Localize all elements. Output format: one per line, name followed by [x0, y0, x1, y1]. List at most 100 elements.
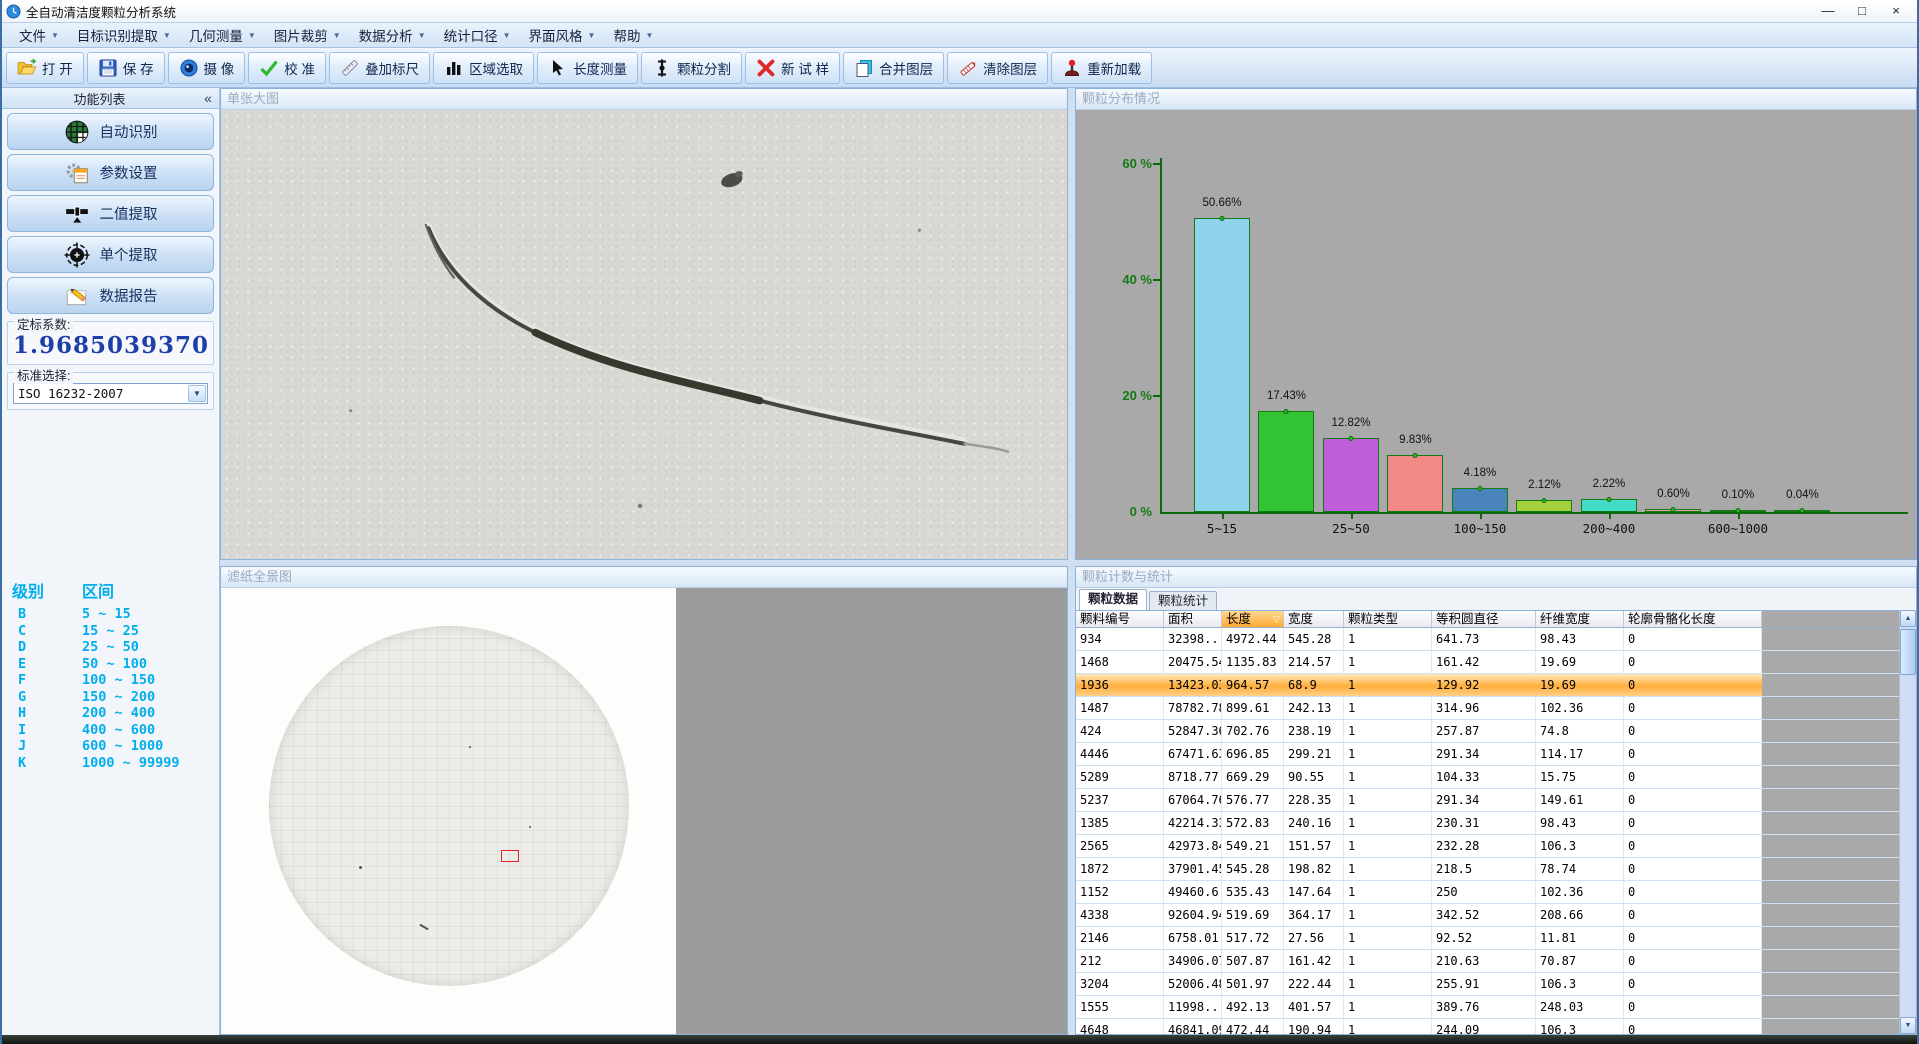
cell-轮廓骨骼化长度: 0	[1624, 674, 1762, 696]
table-row[interactable]: 464846841.09472.44190.941244.09106.30	[1076, 1019, 1916, 1034]
toolbar-button-region-select[interactable]: 区域选取	[433, 52, 534, 84]
cell-长度: 576.77	[1222, 789, 1284, 811]
filter-paper-view[interactable]	[221, 588, 1067, 1034]
cell-轮廓骨骼化长度: 0	[1624, 766, 1762, 788]
table-row[interactable]: 433892604.94519.69364.171342.52208.660	[1076, 904, 1916, 927]
column-header-颗粒类型[interactable]: 颗粒类型	[1344, 611, 1432, 627]
table-row[interactable]: 21234906.07507.87161.421210.6370.870	[1076, 950, 1916, 973]
toolbar-button-open-folder[interactable]: 打 开	[6, 52, 84, 84]
chevron-down-icon[interactable]: ▼	[188, 385, 206, 402]
standard-select[interactable]: ISO 16232-2007 ▼	[13, 383, 208, 404]
cell-filler	[1762, 858, 1916, 880]
length-measure-icon	[548, 58, 568, 78]
table-row[interactable]: 256542973.84549.21151.571232.28106.30	[1076, 835, 1916, 858]
column-header-label: 颗料编号	[1080, 612, 1130, 626]
table-row[interactable]: 138542214.33572.83240.161230.3198.430	[1076, 812, 1916, 835]
x-tick-mark	[1351, 514, 1353, 519]
cell-filler	[1762, 1019, 1916, 1034]
column-header-颗料编号[interactable]: 颗料编号	[1076, 611, 1164, 627]
cell-面积: 6758.01	[1164, 927, 1222, 949]
vertical-splitter[interactable]	[1068, 88, 1075, 1035]
scroll-down-icon[interactable]: ▼	[1900, 1017, 1916, 1034]
cell-宽度: 242.13	[1284, 697, 1344, 719]
level-range: 600 ~ 1000	[82, 738, 163, 755]
toolbar-button-particle-split[interactable]: 颗粒分割	[641, 52, 742, 84]
window-title: 全自动清洁度颗粒分析系统	[26, 2, 1811, 21]
cell-面积: 67471.63	[1164, 743, 1222, 765]
table-row[interactable]: 115249460.6535.43147.641250102.360	[1076, 881, 1916, 904]
cell-长度: 519.69	[1222, 904, 1284, 926]
table-row[interactable]: 187237901.45545.28198.821218.578.740	[1076, 858, 1916, 881]
table-row[interactable]: 146820475.541135.83214.571161.4219.690	[1076, 651, 1916, 674]
toolbar-button-save[interactable]: 保 存	[87, 52, 165, 84]
menu-item-2[interactable]: 目标识别提取▼	[68, 22, 180, 48]
sidebar-button-parameter-settings[interactable]: 参数设置	[7, 154, 214, 191]
column-header-宽度[interactable]: 宽度	[1284, 611, 1344, 627]
cell-filler	[1762, 973, 1916, 995]
menu-item-6[interactable]: 统计口径▼	[435, 22, 520, 48]
chart-bar-150~200	[1516, 500, 1572, 512]
scroll-up-icon[interactable]: ▲	[1900, 610, 1916, 627]
menu-item-3[interactable]: 几何测量▼	[180, 22, 265, 48]
column-header-轮廓骨骼化长度[interactable]: 轮廓骨骼化长度	[1624, 611, 1762, 627]
particle-split-icon	[652, 58, 672, 78]
cell-面积: 8718.77	[1164, 766, 1222, 788]
minimize-button[interactable]: —	[1811, 2, 1845, 20]
menu-item-5[interactable]: 数据分析▼	[350, 22, 435, 48]
column-header-长度[interactable]: 长度▽	[1222, 611, 1284, 627]
sidebar-button-data-report[interactable]: 数据报告	[7, 277, 214, 314]
toolbar-button-camera[interactable]: 摄 像	[168, 52, 246, 84]
y-tick-mark	[1153, 163, 1160, 165]
table-row[interactable]: 42452847.36702.76238.191257.8774.80	[1076, 720, 1916, 743]
level-row: I400 ~ 600	[12, 722, 219, 739]
menu-item-8[interactable]: 帮助▼	[604, 22, 662, 48]
cell-长度: 1135.83	[1222, 651, 1284, 673]
tab-颗粒数据[interactable]: 颗粒数据	[1079, 589, 1147, 610]
table-row[interactable]: 93432398...4972.44545.281641.7398.430	[1076, 628, 1916, 651]
sidebar-collapse-button[interactable]: «	[197, 90, 219, 106]
menu-item-1[interactable]: 文件▼	[10, 22, 68, 48]
single-image-view[interactable]	[221, 110, 1067, 559]
toolbar-button-calibrate-check[interactable]: 校 准	[248, 52, 326, 84]
cell-等积圆直径: 314.96	[1432, 697, 1536, 719]
toolbar: 打 开保 存摄 像校 准叠加标尺区域选取长度测量颗粒分割新 试 样合并图层清除图…	[2, 48, 1917, 88]
table-row[interactable]: 21466758.01517.7227.56192.5211.810	[1076, 927, 1916, 950]
cell-纤维宽度: 15.75	[1536, 766, 1624, 788]
toolbar-button-ruler-overlay[interactable]: 叠加标尺	[329, 52, 430, 84]
column-header-面积[interactable]: 面积	[1164, 611, 1222, 627]
toolbar-button-new-sample[interactable]: 新 试 样	[745, 52, 840, 84]
sidebar-button-auto-recognize[interactable]: 自动识别	[7, 113, 214, 150]
table-row[interactable]: 444667471.63696.85299.211291.34114.170	[1076, 743, 1916, 766]
cell-面积: 78782.78	[1164, 697, 1222, 719]
cell-颗料编号: 1872	[1076, 858, 1164, 880]
column-header-纤维宽度[interactable]: 纤维宽度	[1536, 611, 1624, 627]
table-row[interactable]: 193613423.03964.5768.91129.9219.690	[1076, 674, 1916, 697]
toolbar-button-length-measure[interactable]: 长度测量	[537, 52, 638, 84]
table-row[interactable]: 52898718.77669.2990.551104.3315.750	[1076, 766, 1916, 789]
cell-filler	[1762, 674, 1916, 696]
table-row[interactable]: 155511998...492.13401.571389.76248.030	[1076, 996, 1916, 1019]
menu-item-7[interactable]: 界面风格▼	[520, 22, 605, 48]
table-scrollbar[interactable]: ▲ ▼	[1899, 610, 1916, 1034]
toolbar-button-clear-layers[interactable]: 清除图层	[947, 52, 1048, 84]
tab-颗粒统计[interactable]: 颗粒统计	[1149, 591, 1217, 610]
toolbar-button-reload[interactable]: 重新加载	[1051, 52, 1152, 84]
menu-item-label: 统计口径	[444, 25, 498, 45]
menu-item-4[interactable]: 图片裁剪▼	[265, 22, 350, 48]
camera-icon	[179, 58, 199, 78]
close-button[interactable]: ×	[1879, 2, 1913, 20]
table-row[interactable]: 523767064.76576.77228.351291.34149.610	[1076, 789, 1916, 812]
maximize-button[interactable]: □	[1845, 2, 1879, 20]
table-row[interactable]: 148778782.78899.61242.131314.96102.360	[1076, 697, 1916, 720]
level-range: 150 ~ 200	[82, 689, 155, 706]
sidebar-button-single-extract[interactable]: 单个提取	[7, 236, 214, 273]
sidebar-button-label: 二值提取	[100, 203, 158, 224]
toolbar-button-merge-layers[interactable]: 合并图层	[843, 52, 944, 84]
y-tick-mark	[1153, 279, 1160, 281]
scrollbar-thumb[interactable]	[1900, 629, 1916, 675]
sidebar-button-binary-extract[interactable]: 二值提取	[7, 195, 214, 232]
column-header-等积圆直径[interactable]: 等积圆直径	[1432, 611, 1536, 627]
sidebar-button-label: 参数设置	[100, 162, 158, 183]
table-row[interactable]: 320452006.48501.97222.441255.91106.30	[1076, 973, 1916, 996]
chevron-down-icon: ▼	[248, 31, 256, 40]
